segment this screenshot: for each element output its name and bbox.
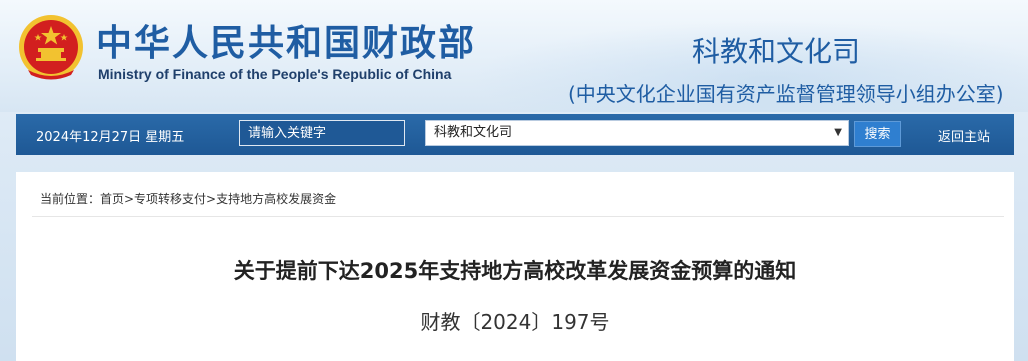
document-number: 财教〔2024〕197号 [420,310,610,334]
site-title-cn: 中华人民共和国财政部 [96,23,477,64]
site-header: 中华人民共和国财政部 Ministry of Finance of the Pe… [0,0,1028,112]
current-date: 2024年12月27日 星期五 [36,130,185,145]
department-subtitle: (中央文化企业国有资产监督管理领导小组办公室) [568,82,1004,106]
article-title: 关于提前下达2025年支持地方高校改革发展资金预算的通知 [233,259,797,283]
search-button[interactable]: 搜索 [854,121,901,147]
navigation-bar: 2024年12月27日 星期五 请输入关键字 科教和文化司 ▼ 搜索 返回主站 [16,114,1014,155]
chevron-down-icon[interactable]: ▼ [834,121,842,145]
national-emblem-icon [19,15,83,80]
home-link[interactable]: 返回主站 [938,126,990,145]
article-panel: 当前位置：首页>专项转移支付>支持地方高校发展资金 关于提前下达2025年支持地… [16,172,1014,361]
department-select-value: 科教和文化司 [434,125,513,140]
site-title-en: Ministry of Finance of the People's Repu… [98,66,452,82]
divider [32,216,1004,217]
department-select[interactable]: 科教和文化司 ▼ [425,120,849,146]
department-name: 科教和文化司 [692,35,861,68]
search-input[interactable]: 请输入关键字 [239,120,405,146]
breadcrumb[interactable]: 当前位置：首页>专项转移支付>支持地方高校发展资金 [40,190,336,207]
